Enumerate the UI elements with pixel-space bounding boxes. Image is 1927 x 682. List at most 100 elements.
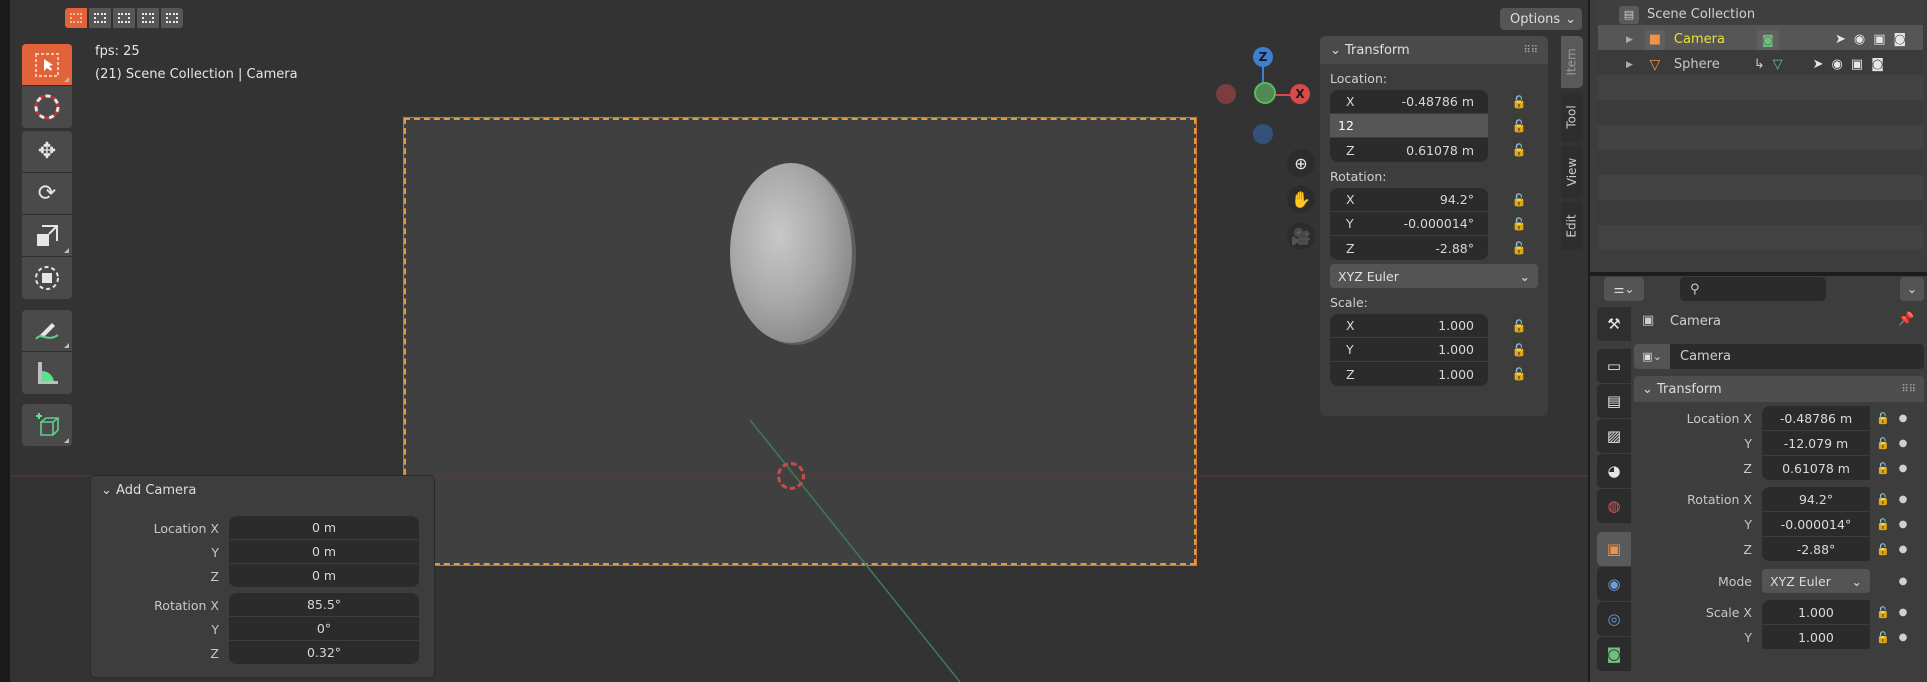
outliner-scene-collection[interactable]: ▤ Scene Collection (1590, 2, 1927, 27)
output-properties-tab[interactable]: ▤ (1597, 384, 1631, 418)
mesh-data-icon[interactable]: ▽ (1773, 57, 1783, 72)
filter-dropdown[interactable]: ⌄ (1900, 277, 1924, 301)
prop-rotation-z[interactable]: -2.88° (1762, 537, 1870, 562)
modifier-arrow-icon[interactable]: ↳ (1754, 57, 1765, 72)
scene-properties-tab[interactable]: ◕ (1597, 454, 1631, 488)
scale-y-field[interactable]: Y 1.000 (1330, 338, 1488, 362)
keyframe-dot-icon[interactable]: ● (1896, 438, 1910, 449)
pin-icon[interactable]: 📌 (1898, 312, 1914, 327)
prop-location-z[interactable]: 0.61078 m (1762, 456, 1870, 481)
keyframe-dot-icon[interactable]: ● (1896, 494, 1910, 505)
lock-icon[interactable]: 🔓 (1510, 138, 1528, 162)
camera-view-icon[interactable]: 🎥 (1287, 222, 1315, 250)
location-x-input[interactable]: 0 m (229, 516, 419, 540)
outliner-item-camera[interactable]: ▶ ■ Camera ◙ ➤ ◉ ▣ ◙ (1590, 27, 1927, 52)
lock-icon[interactable]: 🔓 (1870, 631, 1896, 644)
monitor-icon[interactable]: ▣ (1873, 32, 1885, 47)
lock-icon[interactable]: 🔓 (1870, 462, 1896, 475)
keyframe-dot-icon[interactable]: ● (1896, 413, 1910, 424)
sphere-object[interactable] (730, 163, 852, 343)
scale-x-field[interactable]: X 1.000 (1330, 314, 1488, 338)
prop-location-x[interactable]: -0.48786 m (1762, 406, 1870, 431)
object-properties-tab[interactable]: ▣ (1597, 532, 1631, 566)
render-camera-icon[interactable]: ◙ (1894, 32, 1907, 47)
eye-icon[interactable]: ◉ (1854, 32, 1865, 47)
options-dropdown[interactable]: Options ⌄ (1500, 8, 1582, 30)
zoom-view-icon[interactable]: ⊕ (1287, 149, 1315, 177)
lock-icon[interactable]: 🔓 (1510, 314, 1528, 338)
prop-rotation-x[interactable]: 94.2° (1762, 487, 1870, 512)
rotation-y-field[interactable]: Y -0.000014° (1330, 212, 1488, 236)
physics-properties-tab[interactable]: ◉ (1597, 567, 1631, 601)
lock-icon[interactable]: 🔓 (1870, 606, 1896, 619)
prop-scale-x[interactable]: 1.000 (1762, 600, 1870, 625)
keyframe-dot-icon[interactable]: ● (1896, 576, 1910, 587)
gizmo-x-axis[interactable]: X (1290, 84, 1310, 104)
prop-location-y[interactable]: -12.079 m (1762, 431, 1870, 456)
expand-arrow-icon[interactable]: ▶ (1626, 60, 1633, 70)
lock-icon[interactable]: 🔓 (1510, 212, 1528, 236)
rotation-mode-dropdown[interactable]: XYZ Euler ⌄ (1330, 264, 1538, 288)
keyframe-dot-icon[interactable]: ● (1896, 632, 1910, 643)
keyframe-dot-icon[interactable]: ● (1896, 607, 1910, 618)
gizmo-y-axis[interactable] (1254, 82, 1276, 104)
lock-icon[interactable]: 🔓 (1870, 518, 1896, 531)
selectable-arrow-icon[interactable]: ➤ (1813, 57, 1824, 72)
rotation-z-input[interactable]: 0.32° (229, 641, 419, 665)
render-properties-tab[interactable]: ▭ (1597, 349, 1631, 383)
view-layer-properties-tab[interactable]: ▨ (1597, 419, 1631, 453)
prop-scale-y[interactable]: 1.000 (1762, 625, 1870, 650)
cursor-tool[interactable] (22, 86, 72, 128)
drag-handle-icon[interactable]: ⠿⠿ (1523, 45, 1538, 56)
constraints-properties-tab[interactable]: ◎ (1597, 602, 1631, 636)
camera-data-icon[interactable]: ◙ (1756, 29, 1779, 50)
move-tool[interactable]: ✥ (22, 131, 72, 173)
object-datablock-field[interactable]: ▣⌄ Camera (1634, 344, 1924, 369)
annotate-tool[interactable] (22, 310, 72, 352)
rotation-x-field[interactable]: X 94.2° (1330, 188, 1488, 212)
properties-search-input[interactable]: ⚲ (1680, 277, 1826, 301)
tab-tool[interactable]: Tool (1561, 92, 1583, 142)
tab-edit[interactable]: Edit (1561, 202, 1583, 250)
tab-item[interactable]: Item (1561, 36, 1583, 88)
scale-z-field[interactable]: Z 1.000 (1330, 362, 1488, 386)
lock-icon[interactable]: 🔓 (1510, 90, 1528, 114)
lock-icon[interactable]: 🔓 (1870, 493, 1896, 506)
render-camera-icon[interactable]: ◙ (1871, 57, 1884, 72)
rotation-x-input[interactable]: 85.5° (229, 593, 419, 617)
rotation-y-input[interactable]: 0° (229, 617, 419, 641)
add-camera-header[interactable]: ⌄ Add Camera (101, 483, 196, 498)
location-y-field[interactable]: 12 (1330, 114, 1488, 138)
keyframe-dot-icon[interactable]: ● (1896, 463, 1910, 474)
expand-arrow-icon[interactable]: ▶ (1626, 35, 1633, 45)
object-datablock-icon[interactable]: ▣⌄ (1634, 344, 1670, 369)
gizmo-z-axis[interactable]: Z (1253, 47, 1273, 67)
transform-panel-header[interactable]: ⌄ Transform ⠿⠿ (1320, 36, 1548, 64)
world-properties-tab[interactable]: ◍ (1597, 489, 1631, 523)
outliner-item-sphere[interactable]: ▶ ▽ Sphere ↳ ▽ ➤ ◉ ▣ ◙ (1590, 52, 1927, 77)
lock-icon[interactable]: 🔓 (1510, 362, 1528, 386)
location-z-input[interactable]: 0 m (229, 564, 419, 588)
camera-data-properties-tab[interactable]: ◙ (1597, 637, 1631, 671)
tool-properties-tab[interactable]: ⚒ (1597, 307, 1631, 341)
scale-tool[interactable] (22, 215, 72, 257)
lock-icon[interactable]: 🔓 (1510, 338, 1528, 362)
lock-icon[interactable]: 🔓 (1870, 437, 1896, 450)
prop-rotation-mode-dropdown[interactable]: XYZ Euler ⌄ (1762, 569, 1870, 594)
lock-icon[interactable]: 🔓 (1870, 412, 1896, 425)
selectable-arrow-icon[interactable]: ➤ (1835, 32, 1846, 47)
lock-icon[interactable]: 🔓 (1510, 236, 1528, 260)
keyframe-dot-icon[interactable]: ● (1896, 544, 1910, 555)
gizmo-neg-x-axis[interactable] (1216, 84, 1236, 104)
eye-icon[interactable]: ◉ (1832, 57, 1843, 72)
rotate-tool[interactable]: ⟳ (22, 173, 72, 215)
gizmo-neg-z-axis[interactable] (1253, 124, 1273, 144)
location-x-field[interactable]: X -0.48786 m (1330, 90, 1488, 114)
editor-type-dropdown[interactable]: ⚌⌄ (1604, 277, 1644, 301)
rotation-z-field[interactable]: Z -2.88° (1330, 236, 1488, 260)
prop-rotation-y[interactable]: -0.000014° (1762, 512, 1870, 537)
select-box-tool[interactable] (22, 44, 72, 86)
lock-icon[interactable]: 🔓 (1510, 188, 1528, 212)
add-cube-tool[interactable] (22, 404, 72, 446)
lock-icon[interactable]: 🔓 (1510, 114, 1528, 138)
